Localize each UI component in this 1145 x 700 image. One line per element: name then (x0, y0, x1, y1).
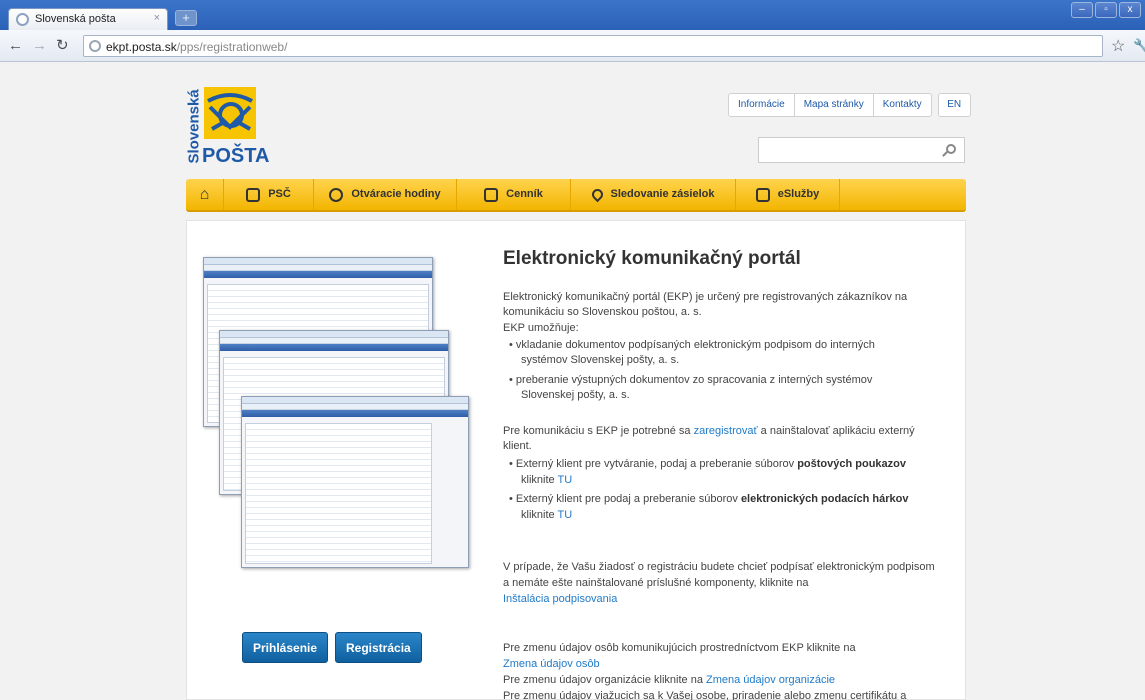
external-client-2-link[interactable]: TU (557, 509, 572, 521)
top-links: Informácie Mapa stránky Kontakty EN (728, 93, 971, 117)
forward-arrow-icon[interactable]: → (32, 38, 47, 53)
browser-titlebar: Slovenská pošta × + – ▫ x (0, 0, 1145, 30)
site-favicon-icon (16, 13, 29, 26)
bullet-2-line-1: • preberanie výstupných dokumentov zo sp… (509, 374, 873, 386)
posta-logo[interactable]: Slovenská POŠTA (186, 87, 296, 167)
eservices-icon (755, 187, 770, 202)
menu-label: PSČ (268, 188, 291, 200)
menu-esluzby[interactable]: eSlužby (736, 179, 840, 210)
main-menu: ⌂ PSČ Otváracie hodiny Cenník Sledovanie… (186, 179, 966, 212)
logo-text: POŠTA (202, 145, 270, 167)
logo-vertical-text: Slovenská (185, 89, 203, 164)
search-icon[interactable] (946, 144, 956, 154)
signature-info-line-2: a nemáte ešte nainštalované príslušné ko… (503, 577, 809, 589)
login-button[interactable]: Prihlásenie (242, 632, 329, 663)
reload-icon[interactable]: ↻ (56, 38, 69, 53)
bookmark-star-icon[interactable]: ☆ (1111, 36, 1125, 56)
top-link-kontakty[interactable]: Kontakty (872, 94, 931, 116)
address-url: ekpt.posta.sk/pps/registrationweb/ (106, 40, 288, 54)
tab-close-icon[interactable]: × (154, 12, 160, 24)
menu-home[interactable]: ⌂ (186, 179, 224, 210)
maximize-button[interactable]: ▫ (1095, 2, 1117, 18)
bullet-2-line-2: Slovenskej pošty, a. s. (521, 389, 630, 401)
minimize-button[interactable]: – (1071, 2, 1093, 18)
menu-sledovanie[interactable]: Sledovanie zásielok (571, 179, 736, 210)
menu-otvaracie-hodiny[interactable]: Otváracie hodiny (314, 179, 457, 210)
location-pin-icon (589, 186, 605, 203)
top-link-informacie[interactable]: Informácie (729, 94, 794, 116)
page-title: Elektronický komunikačný portál (503, 248, 801, 269)
change-cert-text: Pre zmenu údajov viažucich sa k Vašej os… (503, 690, 907, 700)
top-link-mapa[interactable]: Mapa stránky (793, 94, 873, 116)
browser-tab[interactable]: Slovenská pošta × (8, 8, 168, 30)
external-client-1: • Externý klient pre vytváranie, podaj a… (509, 458, 906, 470)
menu-label: Cenník (506, 188, 543, 200)
search-input[interactable] (758, 137, 965, 163)
language-switch[interactable]: EN (937, 93, 971, 117)
intro-line-1: Elektronický komunikačný portál (EKP) je… (503, 291, 908, 303)
bullet-1-line-2: systémov Slovenskej pošty, a. s. (521, 354, 680, 366)
change-persons-link[interactable]: Zmena údajov osôb (503, 657, 600, 672)
clock-icon (329, 187, 344, 202)
page-info-icon[interactable] (89, 40, 101, 52)
home-icon: ⌂ (199, 186, 210, 203)
external-client-1-link[interactable]: TU (557, 474, 572, 486)
address-bar[interactable]: ekpt.posta.sk/pps/registrationweb/ (83, 35, 1103, 57)
wrench-menu-icon[interactable]: 🔧 (1133, 38, 1145, 54)
external-client-1-link-line: kliknite TU (521, 474, 573, 486)
browser-toolbar: ← → ↻ ekpt.posta.sk/pps/registrationweb/ (0, 30, 1145, 62)
bullet-1-line-1: • vkladanie dokumentov podpísaných elekt… (509, 339, 875, 351)
change-persons-text: Pre zmenu údajov osôb komunikujúcich pro… (503, 642, 856, 654)
app-screenshot-3 (241, 396, 469, 568)
enables-label: EKP umožňuje: (503, 322, 579, 334)
menu-cennik[interactable]: Cenník (457, 179, 571, 210)
post-horn-emblem-icon (204, 87, 256, 139)
external-client-2: • Externý klient pre podaj a preberanie … (509, 493, 909, 505)
new-tab-button[interactable]: + (175, 10, 197, 26)
menu-label: eSlužby (777, 188, 820, 200)
window-controls: – ▫ x (1071, 2, 1141, 18)
register-info: Pre komunikáciu s EKP je potrebné sa zar… (503, 425, 915, 437)
menu-label: Sledovanie zásielok (610, 188, 715, 200)
register-link[interactable]: zaregistrovať (694, 425, 758, 437)
price-list-icon (484, 187, 499, 202)
intro-line-2: komunikáciu so Slovenskou poštou, a. s. (503, 306, 702, 318)
change-org-link[interactable]: Zmena údajov organizácie (706, 674, 835, 686)
menu-label: Otváracie hodiny (351, 188, 441, 200)
back-arrow-icon[interactable]: ← (8, 38, 23, 53)
menu-psc[interactable]: PSČ (224, 179, 314, 210)
tab-title: Slovenská pošta (35, 13, 116, 25)
signature-info-line-1: V prípade, že Vašu žiadosť o registráciu… (503, 561, 935, 573)
register-info-line-2: klient. (503, 440, 532, 452)
envelope-search-icon (246, 187, 261, 202)
register-button[interactable]: Registrácia (335, 632, 422, 663)
change-org-text: Pre zmenu údajov organizácie kliknite na… (503, 674, 836, 686)
install-signing-link[interactable]: Inštalácia podpisovania (503, 592, 617, 607)
external-client-2-link-line: kliknite TU (521, 509, 573, 521)
close-window-button[interactable]: x (1119, 2, 1141, 18)
top-link-group: Informácie Mapa stránky Kontakty (728, 93, 932, 117)
